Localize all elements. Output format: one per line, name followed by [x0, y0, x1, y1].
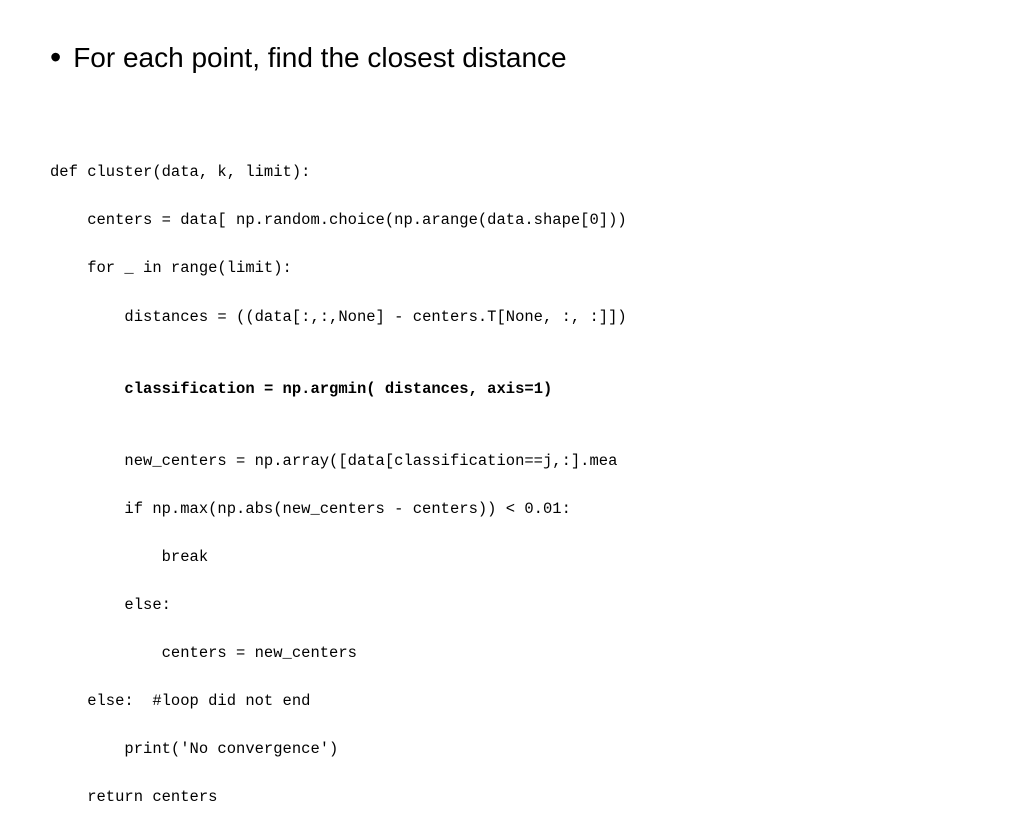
bullet-section: • For each point, find the closest dista…: [50, 40, 974, 76]
code-line-6: new_centers = np.array([data[classificat…: [50, 452, 617, 470]
bullet-dot: •: [50, 40, 61, 75]
bullet-item: • For each point, find the closest dista…: [50, 40, 974, 76]
code-line-12: print('No convergence'): [50, 740, 338, 758]
code-line-3: for _ in range(limit):: [50, 259, 292, 277]
code-line-7: if np.max(np.abs(new_centers - centers))…: [50, 500, 571, 518]
code-line-5-bold: classification = np.argmin( distances, a…: [124, 380, 552, 398]
bullet-text: For each point, find the closest distanc…: [73, 40, 566, 76]
code-block: def cluster(data, k, limit): centers = d…: [50, 136, 974, 832]
code-line-13: return centers: [50, 788, 217, 806]
code-line-9: else:: [50, 596, 171, 614]
code-line-8: break: [50, 548, 208, 566]
code-line-1: def cluster(data, k, limit):: [50, 163, 310, 181]
code-line-4b: :,None] - centers.T[None, :, :]]): [320, 308, 627, 326]
code-line-10: centers = new_centers: [50, 644, 357, 662]
slide-container: • For each point, find the closest dista…: [0, 0, 1024, 768]
code-line-4: distances = ((data[:,:,None] - centers.T…: [50, 308, 627, 326]
code-line-5: classification = np.argmin( distances, a…: [50, 380, 552, 398]
code-line-11: else: #loop did not end: [50, 692, 310, 710]
code-line-2: centers = data[ np.random.choice(np.aran…: [50, 211, 627, 229]
